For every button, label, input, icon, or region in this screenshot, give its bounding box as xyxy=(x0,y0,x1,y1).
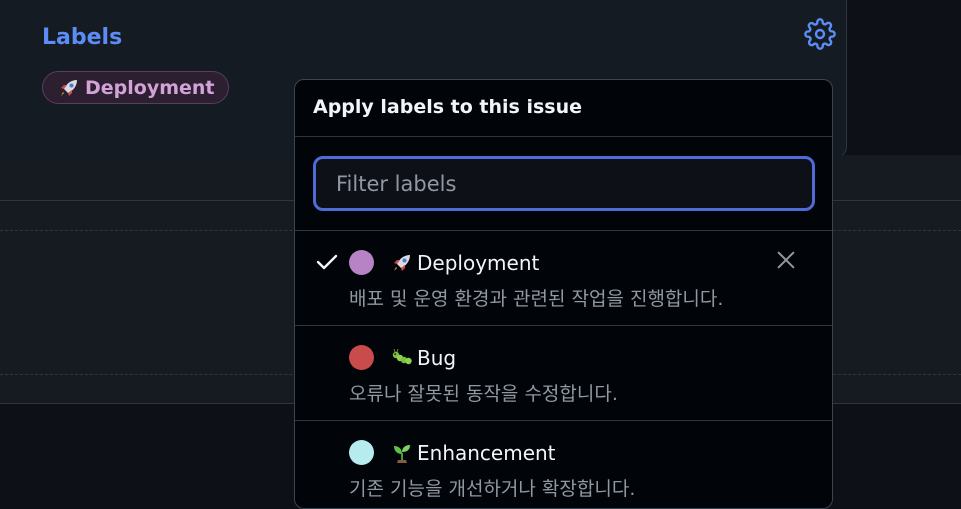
caterpillar-icon xyxy=(392,348,412,365)
check-icon xyxy=(316,254,338,270)
seedling-icon xyxy=(394,445,410,463)
rocket-icon xyxy=(61,79,77,96)
label-name-text: Enhancement xyxy=(417,441,556,465)
label-color-dot xyxy=(349,250,374,275)
label-option-bug[interactable]: Bug 오류나 잘못된 동작을 수정합니다. xyxy=(295,326,832,421)
label-option-name: Bug xyxy=(390,346,456,370)
label-option-deployment[interactable]: Deployment 배포 및 운영 환경과 관련된 작업을 진행합니다. xyxy=(295,231,832,326)
label-description: 기존 기능을 개선하거나 확장합니다. xyxy=(349,478,636,500)
label-color-dot xyxy=(349,440,374,465)
label-option-name: Enhancement xyxy=(390,441,556,465)
filter-labels-input[interactable] xyxy=(313,156,815,211)
label-option-enhancement[interactable]: Enhancement 기존 기능을 개선하거나 확장합니다. xyxy=(295,421,832,508)
labels-heading-link[interactable]: Labels xyxy=(42,25,122,50)
label-color-dot xyxy=(349,345,374,370)
filter-section xyxy=(295,137,832,231)
rocket-icon xyxy=(394,255,410,271)
label-name-text: Bug xyxy=(417,346,457,370)
gear-icon[interactable] xyxy=(804,18,836,50)
label-option-name: Deployment xyxy=(390,251,539,275)
label-name-text: Deployment xyxy=(417,251,540,275)
label-description: 오류나 잘못된 동작을 수정합니다. xyxy=(349,383,618,405)
applied-label-pill[interactable]: Deployment xyxy=(42,71,229,104)
label-description: 배포 및 운영 환경과 관련된 작업을 진행합니다. xyxy=(349,288,724,310)
applied-label-name: Deployment xyxy=(85,76,215,99)
close-icon[interactable] xyxy=(775,249,797,271)
dropdown-title: Apply labels to this issue xyxy=(295,80,832,137)
label-selector-dropdown: Apply labels to this issue Deployment 배포… xyxy=(294,79,833,509)
